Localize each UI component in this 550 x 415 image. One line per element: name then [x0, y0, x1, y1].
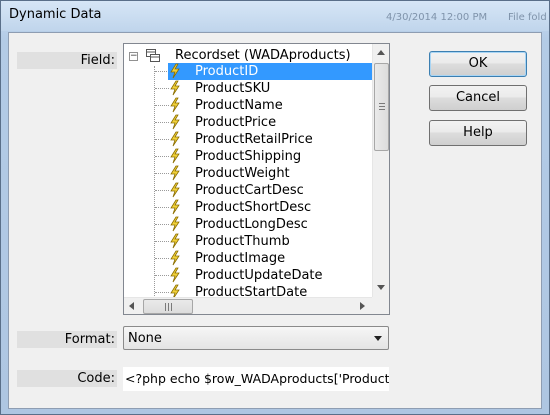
scroll-down-icon[interactable] [377, 285, 385, 290]
tree-item-label: ProductName [195, 98, 283, 113]
tree-connector [155, 139, 169, 140]
title-bar[interactable]: Dynamic Data 4/30/2014 12:00 PM File fol… [1, 1, 549, 31]
lightning-bolt-icon [170, 284, 180, 297]
tree-item[interactable]: ProductUpdateDate [124, 267, 373, 284]
tree-root-row[interactable]: − Recordset (WADAproducts) [124, 46, 373, 63]
tree-viewport[interactable]: − Recordset (WADAproducts) ProductID Prod… [124, 44, 373, 297]
tree-connector [155, 105, 169, 106]
code-value: <?php echo $row_WADAproducts['ProductID'… [125, 371, 389, 386]
tree-item[interactable]: ProductShortDesc [124, 199, 373, 216]
tree-item[interactable]: ProductThumb [124, 233, 373, 250]
lightning-bolt-icon [170, 267, 180, 283]
tree-item[interactable]: ProductRetailPrice [124, 131, 373, 148]
field-label: Field: [17, 52, 117, 69]
ok-button[interactable]: OK [429, 51, 527, 77]
tree-item[interactable]: ProductShipping [124, 148, 373, 165]
lightning-bolt-icon [170, 233, 180, 249]
lightning-bolt-icon [170, 114, 180, 130]
scrollbar-corner [372, 297, 389, 314]
window-title: Dynamic Data [9, 7, 102, 22]
tree-item-label: ProductUpdateDate [195, 268, 323, 283]
format-label: Format: [17, 331, 117, 348]
tree-connector [155, 71, 169, 72]
tree-item[interactable]: ProductName [124, 97, 373, 114]
lightning-bolt-icon [170, 199, 180, 215]
code-field[interactable]: <?php echo $row_WADAproducts['ProductID'… [123, 367, 389, 391]
format-select[interactable]: None [123, 326, 389, 350]
tree-item-label: ProductImage [195, 251, 286, 266]
scroll-left-icon[interactable] [129, 302, 134, 310]
lightning-bolt-icon [170, 165, 180, 181]
lightning-bolt-icon [170, 182, 180, 198]
tree-item[interactable]: ProductWeight [124, 165, 373, 182]
cancel-button[interactable]: Cancel [429, 85, 527, 111]
tree-connector [155, 88, 169, 89]
field-tree[interactable]: − Recordset (WADAproducts) ProductID Prod… [123, 43, 390, 315]
lightning-bolt-icon [170, 250, 180, 266]
help-button[interactable]: Help [429, 120, 527, 146]
lightning-bolt-icon [170, 216, 180, 232]
tree-item-label: ProductSKU [195, 81, 271, 96]
tree-item-label: ProductShipping [195, 149, 302, 164]
horizontal-scrollbar[interactable] [124, 297, 373, 314]
tree-connector [155, 122, 169, 123]
tree-connector [155, 190, 169, 191]
tree-item[interactable]: ProductSKU [124, 80, 373, 97]
tree-item[interactable]: ProductCartDesc [124, 182, 373, 199]
tree-item[interactable]: ProductStartDate [124, 284, 373, 297]
tree-item-label: ProductCartDesc [195, 183, 304, 198]
tree-connector [155, 275, 169, 276]
tree-item-label: ProductRetailPrice [195, 132, 313, 147]
tree-item[interactable]: ProductPrice [124, 114, 373, 131]
tree-connector [155, 292, 169, 293]
tree-connector [155, 224, 169, 225]
code-label: Code: [17, 370, 117, 387]
tree-item-label: ProductID [168, 63, 373, 80]
lightning-bolt-icon [170, 63, 180, 79]
tree-connector [155, 241, 169, 242]
vertical-scroll-thumb[interactable] [374, 63, 389, 151]
vertical-scrollbar[interactable] [372, 44, 389, 297]
background-timestamp: 4/30/2014 12:00 PM [386, 12, 488, 23]
lightning-bolt-icon [170, 131, 180, 147]
lightning-bolt-icon [170, 148, 180, 164]
tree-item-label: ProductWeight [195, 166, 290, 181]
tree-item-label: ProductStartDate [195, 285, 308, 297]
horizontal-scroll-thumb[interactable] [143, 299, 193, 314]
tree-item-label: ProductShortDesc [195, 200, 312, 215]
format-selected-value: None [128, 331, 162, 346]
tree-item[interactable]: ProductImage [124, 250, 373, 267]
dialog-body: Field: − Recordset (WADAproducts) Produc… [8, 32, 542, 409]
scroll-up-icon[interactable] [377, 50, 385, 55]
tree-connector [155, 173, 169, 174]
background-column-text: File fold [508, 12, 547, 23]
tree-item[interactable]: ProductID [124, 63, 373, 80]
tree-item-label: ProductLongDesc [195, 217, 308, 232]
tree-item-label: ProductPrice [195, 115, 277, 130]
recordset-icon [146, 49, 160, 62]
tree-connector [155, 207, 169, 208]
chevron-down-icon[interactable] [374, 336, 382, 341]
collapse-icon[interactable]: − [129, 52, 138, 61]
recordset-label: Recordset (WADAproducts) [175, 48, 351, 63]
tree-item-label: ProductThumb [195, 234, 290, 249]
lightning-bolt-icon [170, 80, 180, 96]
tree-connector [155, 156, 169, 157]
lightning-bolt-icon [170, 97, 180, 113]
tree-item[interactable]: ProductLongDesc [124, 216, 373, 233]
dialog-window: Dynamic Data 4/30/2014 12:00 PM File fol… [0, 0, 550, 415]
tree-connector [155, 258, 169, 259]
scroll-right-icon[interactable] [360, 302, 365, 310]
